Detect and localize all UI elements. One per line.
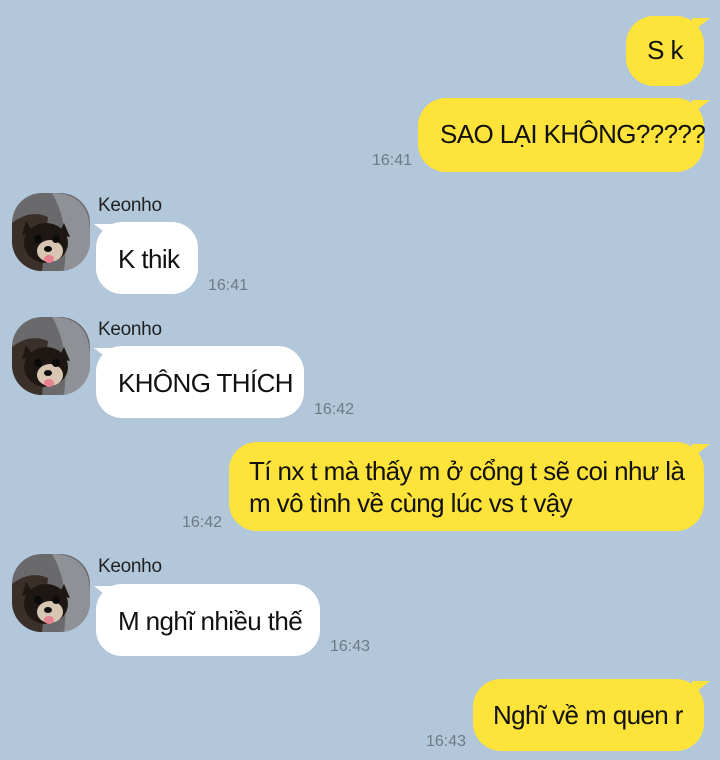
their-message-bubble[interactable]: KHÔNG THÍCH [96,346,304,418]
message-text: Nghĩ về m quen r [493,700,683,730]
their-message-bubble[interactable]: K thik [96,222,198,294]
sender-name: Keonho [98,195,162,216]
bubble-tail [692,18,710,32]
sender-name: Keonho [98,556,162,577]
message-text: K thik [118,244,180,274]
their-message-bubble[interactable]: M nghĩ nhiều thế [96,584,320,656]
message-time: 16:41 [372,152,413,169]
contact-avatar[interactable] [12,554,90,632]
dog-profile-icon [12,193,90,271]
my-message-bubble[interactable]: Tí nx t mà thấy m ở cổng t sẽ coi như là… [229,442,704,531]
chat-room[interactable]: S k SAO LẠI KHÔNG????? 16:41 Keonho K th… [0,0,720,760]
bubble-tail [692,444,710,458]
message-text-line: Tí nx t mà thấy m ở cổng t sẽ coi như là [249,456,685,486]
bubble-tail [692,681,710,695]
message-time: 16:42 [182,514,223,531]
message-text: KHÔNG THÍCH [118,368,294,398]
bubble-tail [692,100,710,114]
my-message-bubble[interactable]: Nghĩ về m quen r [473,679,704,751]
dog-profile-icon [12,317,90,395]
sender-name: Keonho [98,319,162,340]
contact-avatar[interactable] [12,193,90,271]
message-text-line: m vô tình về cùng lúc vs t vậy [249,488,573,518]
my-message-bubble[interactable]: SAO LẠI KHÔNG????? [418,98,706,172]
contact-avatar[interactable] [12,317,90,395]
message-text: SAO LẠI KHÔNG????? [440,119,706,149]
dog-profile-icon [12,554,90,632]
message-time: 16:41 [208,277,249,294]
message-time: 16:42 [314,401,355,418]
message-text: S k [647,35,683,65]
message-time: 16:43 [330,638,371,655]
message-time: 16:43 [426,733,467,750]
message-text: M nghĩ nhiều thế [118,606,303,636]
